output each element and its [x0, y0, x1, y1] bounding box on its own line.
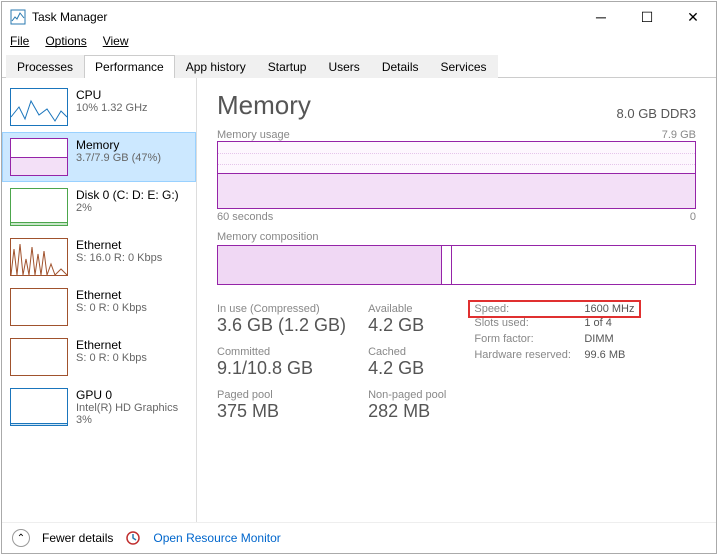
content-area: CPU10% 1.32 GHz Memory3.7/7.9 GB (47%) D…	[2, 78, 716, 522]
sidebar-item-disk[interactable]: Disk 0 (C: D: E: G:)2%	[2, 182, 196, 232]
available-label: Available	[368, 303, 446, 315]
close-button[interactable]: ✕	[670, 2, 716, 32]
tab-users[interactable]: Users	[317, 55, 370, 78]
memory-thumbnail	[10, 138, 68, 176]
paged-label: Paged pool	[217, 389, 346, 401]
footer: ⌃ Fewer details Open Resource Monitor	[2, 522, 716, 553]
speed-value: 1600 MHz	[584, 303, 634, 315]
chart-fill	[218, 173, 695, 208]
in-use-label: In use (Compressed)	[217, 303, 346, 315]
available-value: 4.2 GB	[368, 315, 446, 336]
usage-chart-max: 7.9 GB	[662, 129, 696, 141]
time-axis-right: 0	[690, 211, 696, 223]
ethernet-thumbnail	[10, 288, 68, 326]
fewer-details-link[interactable]: Fewer details	[42, 531, 113, 545]
slots-value: 1 of 4	[584, 317, 612, 329]
paged-value: 375 MB	[217, 401, 346, 422]
sidebar-item-label: Ethernet	[76, 238, 162, 252]
hw-value: 99.6 MB	[584, 349, 625, 361]
main-panel: Memory 8.0 GB DDR3 Memory usage 7.9 GB 60…	[197, 78, 716, 522]
tab-performance[interactable]: Performance	[84, 55, 175, 78]
sidebar-item-label: Ethernet	[76, 338, 147, 352]
minimize-button[interactable]: ─	[578, 2, 624, 32]
cached-label: Cached	[368, 346, 446, 358]
menu-file[interactable]: File	[10, 34, 29, 48]
memory-total: 8.0 GB DDR3	[617, 106, 696, 121]
comp-modified	[442, 246, 452, 284]
sidebar[interactable]: CPU10% 1.32 GHz Memory3.7/7.9 GB (47%) D…	[2, 78, 197, 522]
window-title: Task Manager	[32, 10, 578, 24]
cpu-thumbnail	[10, 88, 68, 126]
tab-services[interactable]: Services	[430, 55, 498, 78]
chevron-up-icon[interactable]: ⌃	[12, 529, 30, 547]
sidebar-item-label: Memory	[76, 138, 161, 152]
composition-label: Memory composition	[217, 231, 696, 243]
committed-value: 9.1/10.8 GB	[217, 358, 346, 379]
sidebar-item-ethernet-0[interactable]: EthernetS: 16.0 R: 0 Kbps	[2, 232, 196, 282]
stats-left: In use (Compressed)3.6 GB (1.2 GB) Avail…	[217, 303, 446, 422]
app-icon	[10, 9, 26, 25]
disk-thumbnail	[10, 188, 68, 226]
task-manager-window: Task Manager ─ ☐ ✕ File Options View Pro…	[1, 1, 717, 554]
menu-view[interactable]: View	[103, 34, 129, 48]
sidebar-item-label: CPU	[76, 88, 148, 102]
page-title: Memory	[217, 90, 311, 121]
sidebar-item-memory[interactable]: Memory3.7/7.9 GB (47%)	[2, 132, 196, 182]
committed-label: Committed	[217, 346, 346, 358]
tabbar: Processes Performance App history Startu…	[2, 54, 716, 78]
memory-composition-chart[interactable]	[217, 245, 696, 285]
window-controls: ─ ☐ ✕	[578, 2, 716, 32]
memory-usage-chart[interactable]	[217, 141, 696, 209]
maximize-button[interactable]: ☐	[624, 2, 670, 32]
usage-chart-label: Memory usage	[217, 129, 290, 141]
menubar: File Options View	[2, 32, 716, 50]
sidebar-item-gpu[interactable]: GPU 0Intel(R) HD Graphics3%	[2, 382, 196, 432]
tab-details[interactable]: Details	[371, 55, 430, 78]
time-axis-left: 60 seconds	[217, 211, 273, 223]
titlebar[interactable]: Task Manager ─ ☐ ✕	[2, 2, 716, 32]
sidebar-item-ethernet-1[interactable]: EthernetS: 0 R: 0 Kbps	[2, 282, 196, 332]
comp-in-use	[218, 246, 442, 284]
resource-monitor-icon	[125, 530, 141, 546]
ethernet-thumbnail	[10, 338, 68, 376]
tab-startup[interactable]: Startup	[257, 55, 318, 78]
menu-options[interactable]: Options	[45, 34, 86, 48]
sidebar-item-cpu[interactable]: CPU10% 1.32 GHz	[2, 82, 196, 132]
sidebar-item-label: Disk 0 (C: D: E: G:)	[76, 188, 179, 202]
gpu-thumbnail	[10, 388, 68, 426]
sidebar-item-label: Ethernet	[76, 288, 147, 302]
in-use-value: 3.6 GB (1.2 GB)	[217, 315, 346, 336]
sidebar-item-ethernet-2[interactable]: EthernetS: 0 R: 0 Kbps	[2, 332, 196, 382]
tab-app-history[interactable]: App history	[175, 55, 257, 78]
form-value: DIMM	[584, 333, 613, 345]
open-resource-monitor-link[interactable]: Open Resource Monitor	[153, 531, 280, 545]
ethernet-thumbnail	[10, 238, 68, 276]
stats-right: Speed:1600 MHz Slots used:1 of 4 Form fa…	[474, 303, 634, 422]
nonpaged-value: 282 MB	[368, 401, 446, 422]
stats-area: In use (Compressed)3.6 GB (1.2 GB) Avail…	[217, 303, 696, 422]
nonpaged-label: Non-paged pool	[368, 389, 446, 401]
tab-processes[interactable]: Processes	[6, 55, 84, 78]
cached-value: 4.2 GB	[368, 358, 446, 379]
sidebar-item-label: GPU 0	[76, 388, 178, 402]
